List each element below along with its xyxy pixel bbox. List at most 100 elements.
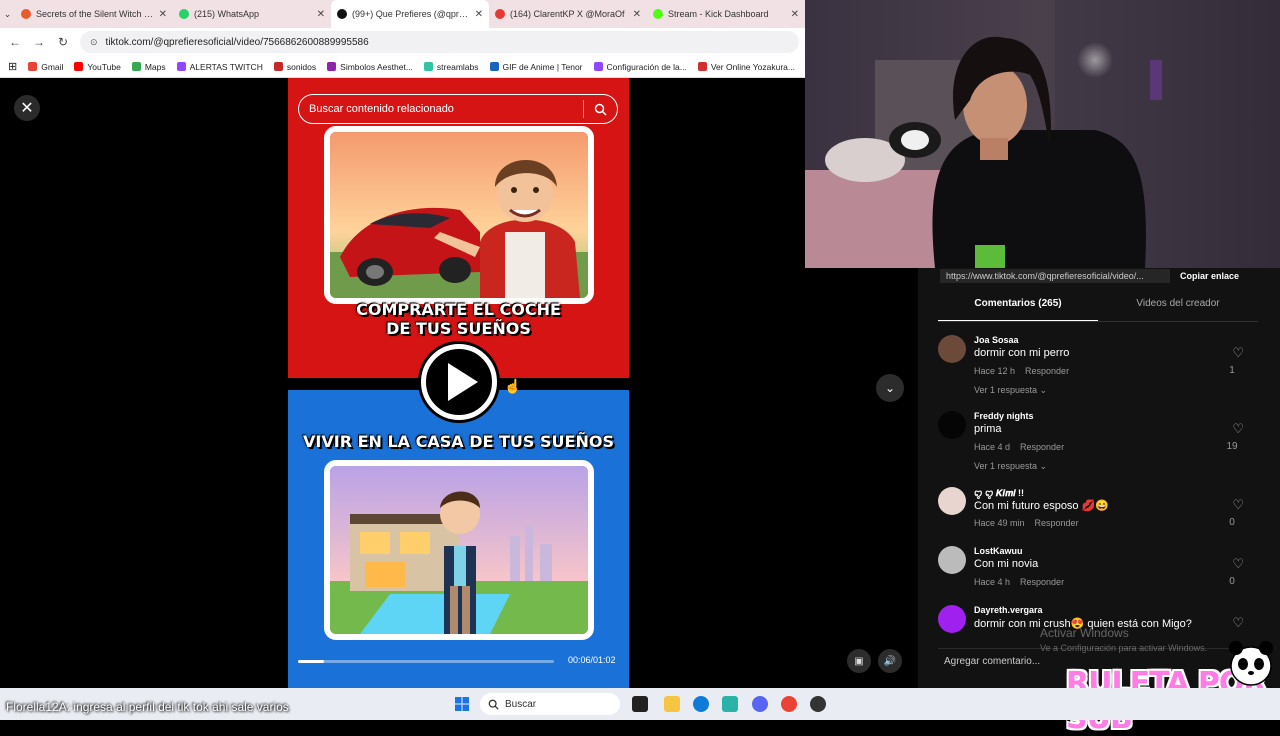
reply-button[interactable]: Responder [1035,518,1079,528]
view-replies-button[interactable]: Ver 1 respuesta ⌄ [974,385,1047,396]
close-tab-icon[interactable]: ✕ [791,9,799,20]
close-tab-icon[interactable]: ✕ [317,9,325,20]
comment-username[interactable]: Dayreth.vergara [974,605,1043,615]
progress-bar[interactable] [298,660,554,663]
tab-title: (164) ClarentKP X @MoraOf [510,9,625,19]
bookmark-item[interactable]: Configuración de la... [593,62,687,72]
heart-icon[interactable]: ♡ [1232,497,1244,513]
bookmark-item[interactable]: Simbolos Aesthet... [327,62,413,72]
reload-icon[interactable]: ↻ [56,35,70,49]
share-link-row: https://www.tiktok.com/@qprefieresoficia… [940,268,1270,284]
heart-icon[interactable]: ♡ [1232,556,1244,572]
chrome-icon[interactable] [781,696,797,712]
picture-in-picture-icon[interactable]: ▣ [847,649,871,673]
avatar[interactable] [938,605,966,633]
discord-icon[interactable] [752,696,768,712]
site-info-icon[interactable]: ⊙ [90,37,98,48]
address-bar-row: ← → ↻ ⊙ tiktok.com/@qprefieresoficial/vi… [0,28,805,56]
avatar[interactable] [938,546,966,574]
windows-start-icon[interactable] [455,697,469,711]
bookmark-favicon-icon [327,62,337,71]
bookmark-item[interactable]: GIF de Anime | Tenor [489,62,583,72]
comment-text: prima [974,423,1002,435]
bookmark-favicon-icon [593,62,603,71]
like-count: 0 [1229,517,1235,528]
copy-link-button[interactable]: Copiar enlace [1180,271,1239,281]
bookmarks-bar: ⊞ Gmail YouTube Maps ALERTAS TWITCH sonidos S… [0,56,805,78]
progress-fill [298,660,324,663]
search-icon[interactable] [594,103,607,116]
related-search-input[interactable]: Buscar contenido relacionado [298,94,618,124]
bookmark-label: Simbolos Aesthet... [340,61,413,72]
bookmark-item[interactable]: Gmail [28,62,63,72]
bookmark-favicon-icon [28,62,38,71]
comment-username[interactable]: Joa Sosaa [974,335,1019,345]
comment-text: Con mi futuro esposo 💋😄 [974,500,1110,512]
browser-tab[interactable]: (215) WhatsApp ✕ [173,0,331,28]
like-count: 0 [1229,576,1235,587]
taskbar-search[interactable]: Buscar [480,693,620,715]
heart-icon[interactable]: ♡ [1232,421,1244,437]
tab-comments[interactable]: Comentarios (265) [938,298,1098,322]
comment-text: Con mi novia [974,558,1039,570]
browser-tab[interactable]: (164) ClarentKP X @MoraOf ✕ [489,0,647,28]
bookmark-favicon-icon [273,62,283,71]
close-tab-icon[interactable]: ✕ [159,9,167,20]
task-view-icon[interactable] [632,696,648,712]
snipping-tool-icon[interactable] [722,696,738,712]
reply-button[interactable]: Responder [1020,577,1064,587]
caption-top-line2: DE TUS SUEÑOS [386,319,531,338]
edge-icon[interactable] [693,696,709,712]
back-icon[interactable]: ← [8,35,22,49]
bookmark-label: streamlabs [436,61,479,72]
obs-icon[interactable] [810,696,826,712]
view-replies-button[interactable]: Ver 1 respuesta ⌄ [974,461,1047,472]
heart-icon[interactable]: ♡ [1232,345,1244,361]
browser-tab[interactable]: (99+) Que Prefieres (@qprefieres ✕ [331,0,489,28]
comments-panel: https://www.tiktok.com/@qprefieresoficia… [918,268,1280,688]
bookmark-item[interactable]: streamlabs [423,61,479,72]
play-button[interactable] [421,344,497,420]
bookmark-label: Maps [144,61,166,72]
heart-icon[interactable]: ♡ [1232,615,1244,631]
url-field[interactable]: ⊙ tiktok.com/@qprefieresoficial/video/75… [80,31,799,53]
panel-tabs: Comentarios (265) Videos del creador [938,298,1258,322]
tab-list-button[interactable]: ⌄ [0,9,15,20]
close-tab-icon[interactable]: ✕ [475,9,483,20]
close-button[interactable]: ✕ [14,95,40,121]
bookmark-item[interactable]: sonidos [273,62,316,72]
close-tab-icon[interactable]: ✕ [633,9,641,20]
next-video-button[interactable]: ⌄ [876,374,904,402]
taskbar-search-label: Buscar [505,698,537,710]
volume-icon[interactable]: 🔊 [878,649,902,673]
tab-title: (215) WhatsApp [194,9,260,19]
video-player[interactable]: Buscar contenido relacionado COMPRARTE E… [288,78,629,688]
tab-favicon-icon [337,9,347,19]
bookmark-item[interactable]: Maps [131,61,166,72]
browser-tab[interactable]: Stream - Kick Dashboard ✕ [647,0,805,28]
tab-favicon-icon [179,9,189,19]
bookmark-item[interactable]: ALERTAS TWITCH [176,62,263,72]
bookmark-item[interactable]: Ver Online Yozakura... [697,62,795,72]
bookmark-favicon-icon [131,62,141,71]
comment-time: Hace 4 d [974,442,1011,452]
file-explorer-icon[interactable] [664,696,680,712]
bookmark-label: Gmail [41,61,64,72]
apps-grid-icon[interactable]: ⊞ [8,60,17,73]
avatar[interactable] [938,411,966,439]
forward-icon[interactable]: → [32,35,46,49]
bookmark-favicon-icon [176,62,186,71]
car-illustration [324,126,594,304]
comment-username[interactable]: LostKawuu [974,546,1023,556]
related-search-placeholder: Buscar contenido relacionado [309,103,454,115]
avatar[interactable] [938,487,966,515]
comment-username[interactable]: Freddy nights [974,411,1034,421]
windows-activation-watermark: Activar Windows [1040,626,1129,640]
bookmark-item[interactable]: YouTube [74,62,121,72]
tab-creator-videos[interactable]: Videos del creador [1098,298,1258,322]
browser-tab[interactable]: Secrets of the Silent Witch Mor ✕ [15,0,173,28]
reply-button[interactable]: Responder [1020,442,1064,452]
reply-button[interactable]: Responder [1025,366,1069,376]
bookmark-favicon-icon [74,62,84,71]
avatar[interactable] [938,335,966,363]
